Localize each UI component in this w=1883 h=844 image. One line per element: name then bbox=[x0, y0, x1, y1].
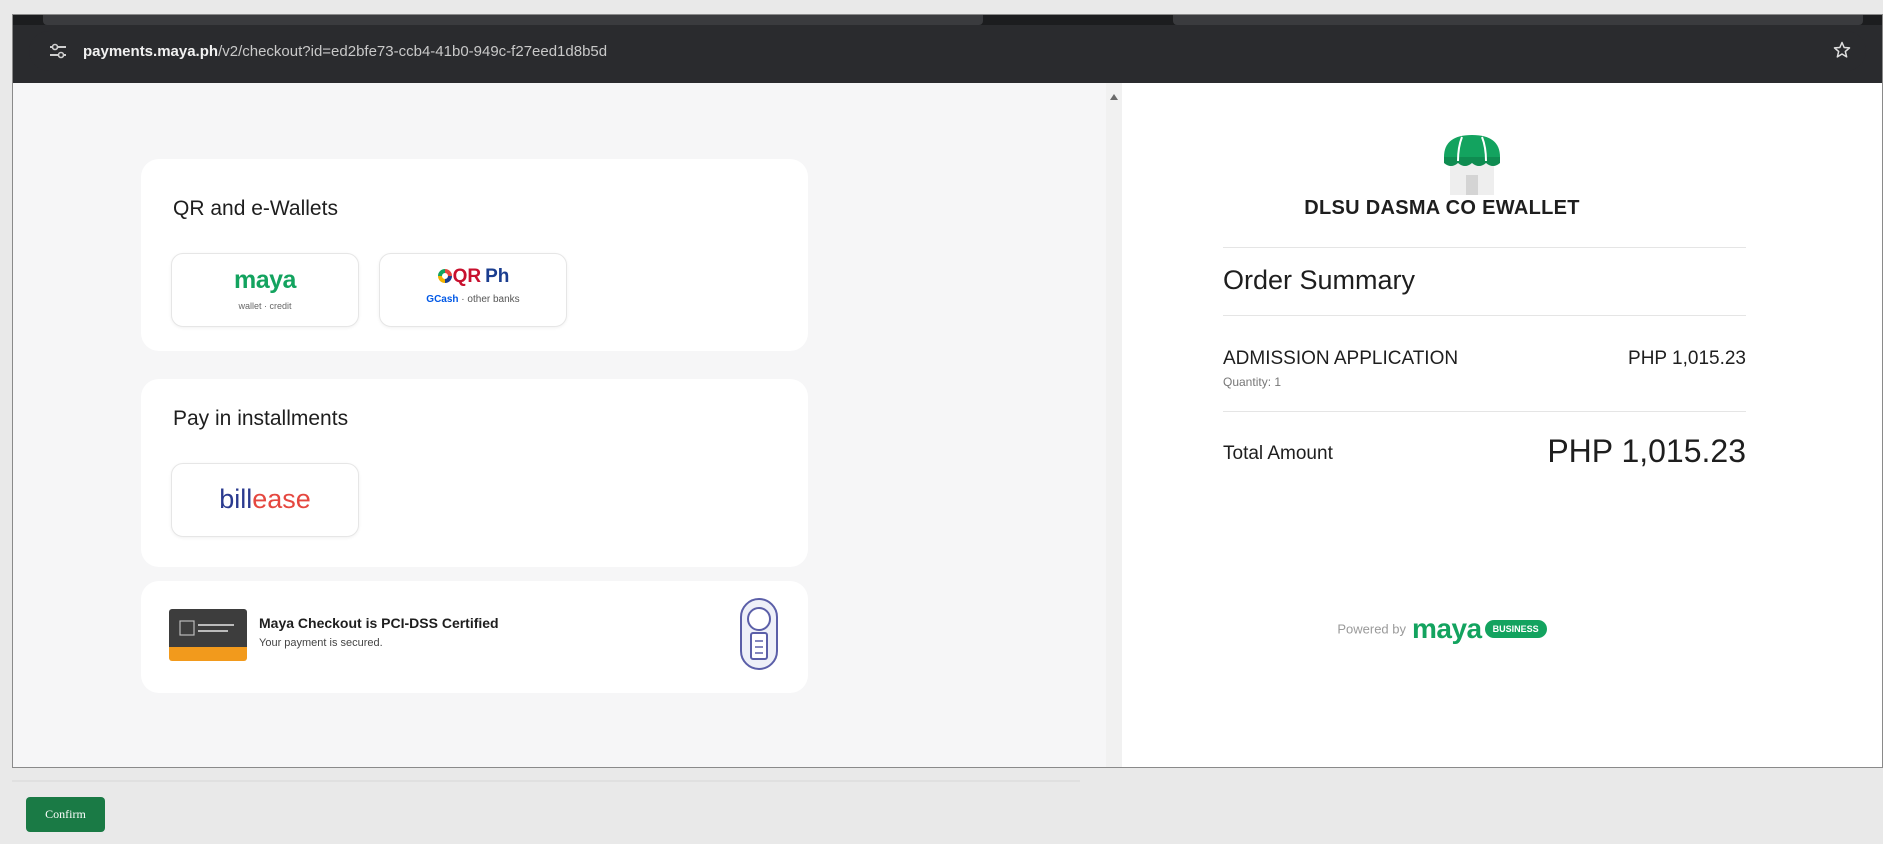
item-name: ADMISSION APPLICATION bbox=[1223, 348, 1459, 369]
business-badge: BUSINESS bbox=[1484, 620, 1547, 638]
gcash-label: GCash bbox=[426, 294, 459, 305]
billease-logo-part1: bill bbox=[219, 484, 253, 514]
browser-tab[interactable] bbox=[1173, 15, 1863, 25]
billease-logo: billease bbox=[172, 484, 358, 515]
qrph-logo: QR Ph bbox=[380, 266, 566, 288]
powered-by-maya: Powered by maya BUSINESS bbox=[1122, 613, 1762, 645]
maya-business-logo: maya bbox=[1412, 613, 1482, 644]
browser-tab[interactable] bbox=[43, 15, 983, 25]
browser-toolbar: payments.maya.ph/v2/checkout?id=ed2bfe73… bbox=[13, 15, 1882, 83]
secure-lock-icon bbox=[737, 597, 781, 676]
total-amount-label: Total Amount bbox=[1223, 443, 1333, 464]
url-path: /v2/checkout?id=ed2bfe73-ccb4-41b0-949c-… bbox=[218, 42, 608, 60]
merchant-name: DLSU DASMA CO EWALLET bbox=[1304, 197, 1580, 219]
divider bbox=[1223, 247, 1746, 248]
other-banks-label: · other banks bbox=[458, 294, 520, 305]
scrollbar[interactable] bbox=[1106, 83, 1122, 767]
qrph-option-subtitle: GCash · other banks bbox=[380, 294, 566, 305]
powered-by-label: Powered by bbox=[1337, 621, 1406, 637]
browser-window: payments.maya.ph/v2/checkout?id=ed2bfe73… bbox=[12, 14, 1883, 768]
address-bar[interactable]: payments.maya.ph/v2/checkout?id=ed2bfe73… bbox=[29, 31, 1866, 71]
installments-title: Pay in installments bbox=[173, 407, 349, 430]
divider bbox=[1223, 315, 1746, 316]
url-text[interactable]: payments.maya.ph/v2/checkout?id=ed2bfe73… bbox=[83, 43, 607, 60]
item-price: PHP 1,015.23 bbox=[1628, 348, 1746, 369]
maya-wallet-option[interactable]: maya wallet · credit bbox=[171, 253, 359, 327]
pci-compliant-badge-icon bbox=[169, 609, 247, 661]
pci-subtitle: Your payment is secured. bbox=[259, 637, 383, 649]
bookmark-star-icon[interactable] bbox=[1832, 40, 1852, 65]
total-amount-value: PHP 1,015.23 bbox=[1547, 433, 1746, 469]
site-settings-icon[interactable] bbox=[47, 40, 69, 62]
billease-option[interactable]: billease bbox=[171, 463, 359, 537]
maya-logo: maya bbox=[234, 266, 296, 294]
qrph-ph-text: Ph bbox=[485, 266, 510, 287]
tab-strip bbox=[13, 15, 1882, 25]
qrph-option[interactable]: QR Ph GCash · other banks bbox=[379, 253, 567, 327]
store-icon bbox=[1440, 131, 1504, 204]
maya-option-subtitle: wallet · credit bbox=[238, 301, 292, 311]
qr-ewallets-title: QR and e-Wallets bbox=[173, 197, 338, 220]
qrph-qr-text: QR bbox=[452, 266, 482, 287]
pci-title: Maya Checkout is PCI-DSS Certified bbox=[259, 615, 499, 631]
payment-methods-pane: QR and e-Wallets maya wallet · credit QR… bbox=[13, 83, 1106, 767]
bottom-divider bbox=[12, 780, 1080, 782]
qr-ewallets-card: QR and e-Wallets maya wallet · credit QR… bbox=[141, 159, 808, 351]
divider bbox=[1223, 411, 1746, 412]
billease-logo-part2: ease bbox=[252, 484, 311, 514]
order-summary-title: Order Summary bbox=[1223, 265, 1416, 295]
confirm-button[interactable]: Confirm bbox=[26, 797, 105, 832]
installments-card: Pay in installments billease bbox=[141, 379, 808, 567]
order-summary-pane: DLSU DASMA CO EWALLET Order Summary ADMI… bbox=[1122, 83, 1882, 767]
pci-dss-card: Maya Checkout is PCI-DSS Certified Your … bbox=[141, 581, 808, 693]
qrph-swirl-icon bbox=[437, 269, 452, 283]
url-domain: payments.maya.ph bbox=[83, 42, 219, 60]
item-quantity: Quantity: 1 bbox=[1223, 375, 1282, 389]
scroll-up-arrow-icon[interactable] bbox=[1110, 87, 1118, 105]
